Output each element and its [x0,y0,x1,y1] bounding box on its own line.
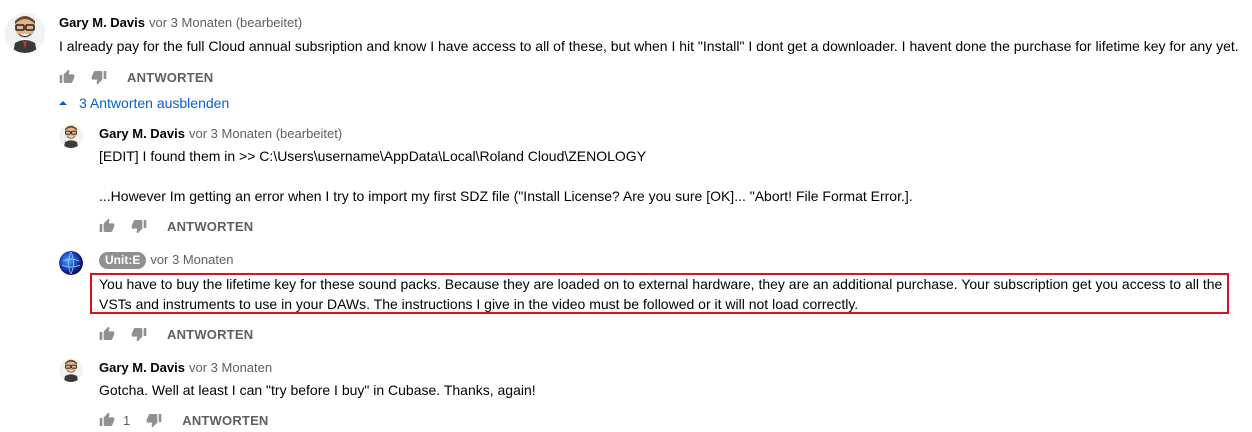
caret-up-icon [59,101,67,105]
thumb-up-icon [99,218,115,232]
reply-button[interactable]: ANTWORTEN [167,219,253,234]
reply-text: Gotcha. Well at least I can "try before … [99,382,536,398]
reply-button[interactable]: ANTWORTEN [182,413,268,428]
caricature-avatar [5,13,45,53]
like-count: 1 [123,412,131,428]
reply-text-line-1: You have to buy the lifetime key for the… [99,276,1223,292]
dislike-button[interactable] [144,410,164,430]
caricature-avatar [59,358,83,382]
reply-text-line-1: [EDIT] I found them in >> C:\Users\usern… [99,148,647,164]
avatar-gary-reply-1[interactable] [59,124,83,148]
avatar-gary[interactable] [5,13,45,53]
avatar-unit-e[interactable] [59,251,83,275]
dislike-button[interactable] [89,67,109,87]
author-name[interactable]: Gary M. Davis [99,126,185,141]
reply-text-line-2: VSTs and instruments to use in your DAWs… [99,296,859,312]
reply-time[interactable]: vor 3 Monaten (bearbeitet) [189,126,342,141]
channel-owner-badge[interactable]: Unit:E [99,252,147,269]
hide-replies-label: 3 Antworten ausblenden [79,95,230,111]
reply-time[interactable]: vor 3 Monaten [189,360,272,375]
thumb-down-icon [131,220,147,234]
comment-header: Gary M. Davis vor 3 Monaten (bearbeitet) [59,15,302,30]
reply-header: Gary M. Davis vor 3 Monaten [99,360,272,375]
like-button[interactable] [57,67,77,87]
globe-avatar [59,251,83,275]
like-button[interactable] [97,410,117,430]
reply-button[interactable]: ANTWORTEN [167,327,253,342]
reply-header: Unit:E vor 3 Monaten [99,252,233,269]
thumb-down-icon [146,414,162,428]
reply-header: Gary M. Davis vor 3 Monaten (bearbeitet) [99,126,342,141]
comment-time[interactable]: vor 3 Monaten (bearbeitet) [149,15,302,30]
thumb-down-icon [131,328,147,342]
thumb-up-icon [99,326,115,340]
thumb-down-icon [91,71,107,85]
like-button[interactable] [97,324,117,344]
avatar-gary-reply-3[interactable] [59,358,83,382]
dislike-button[interactable] [129,324,149,344]
comment-text: I already pay for the full Cloud annual … [59,38,1239,54]
dislike-button[interactable] [129,216,149,236]
caricature-avatar [59,124,83,148]
hide-replies-toggle[interactable]: 3 Antworten ausblenden [57,95,229,111]
like-button[interactable] [97,216,117,236]
author-name[interactable]: Gary M. Davis [59,15,145,30]
comment-actions: ANTWORTEN [57,67,213,87]
thumb-up-icon [59,69,75,83]
reply-button[interactable]: ANTWORTEN [127,70,213,85]
reply-text-line-2: ...However Im getting an error when I tr… [99,188,913,204]
thumb-up-icon [99,412,115,426]
author-name[interactable]: Gary M. Davis [99,360,185,375]
reply-actions: ANTWORTEN [97,216,253,236]
reply-actions: ANTWORTEN [97,324,253,344]
reply-time[interactable]: vor 3 Monaten [150,252,233,267]
reply-actions: 1 ANTWORTEN [97,410,269,430]
